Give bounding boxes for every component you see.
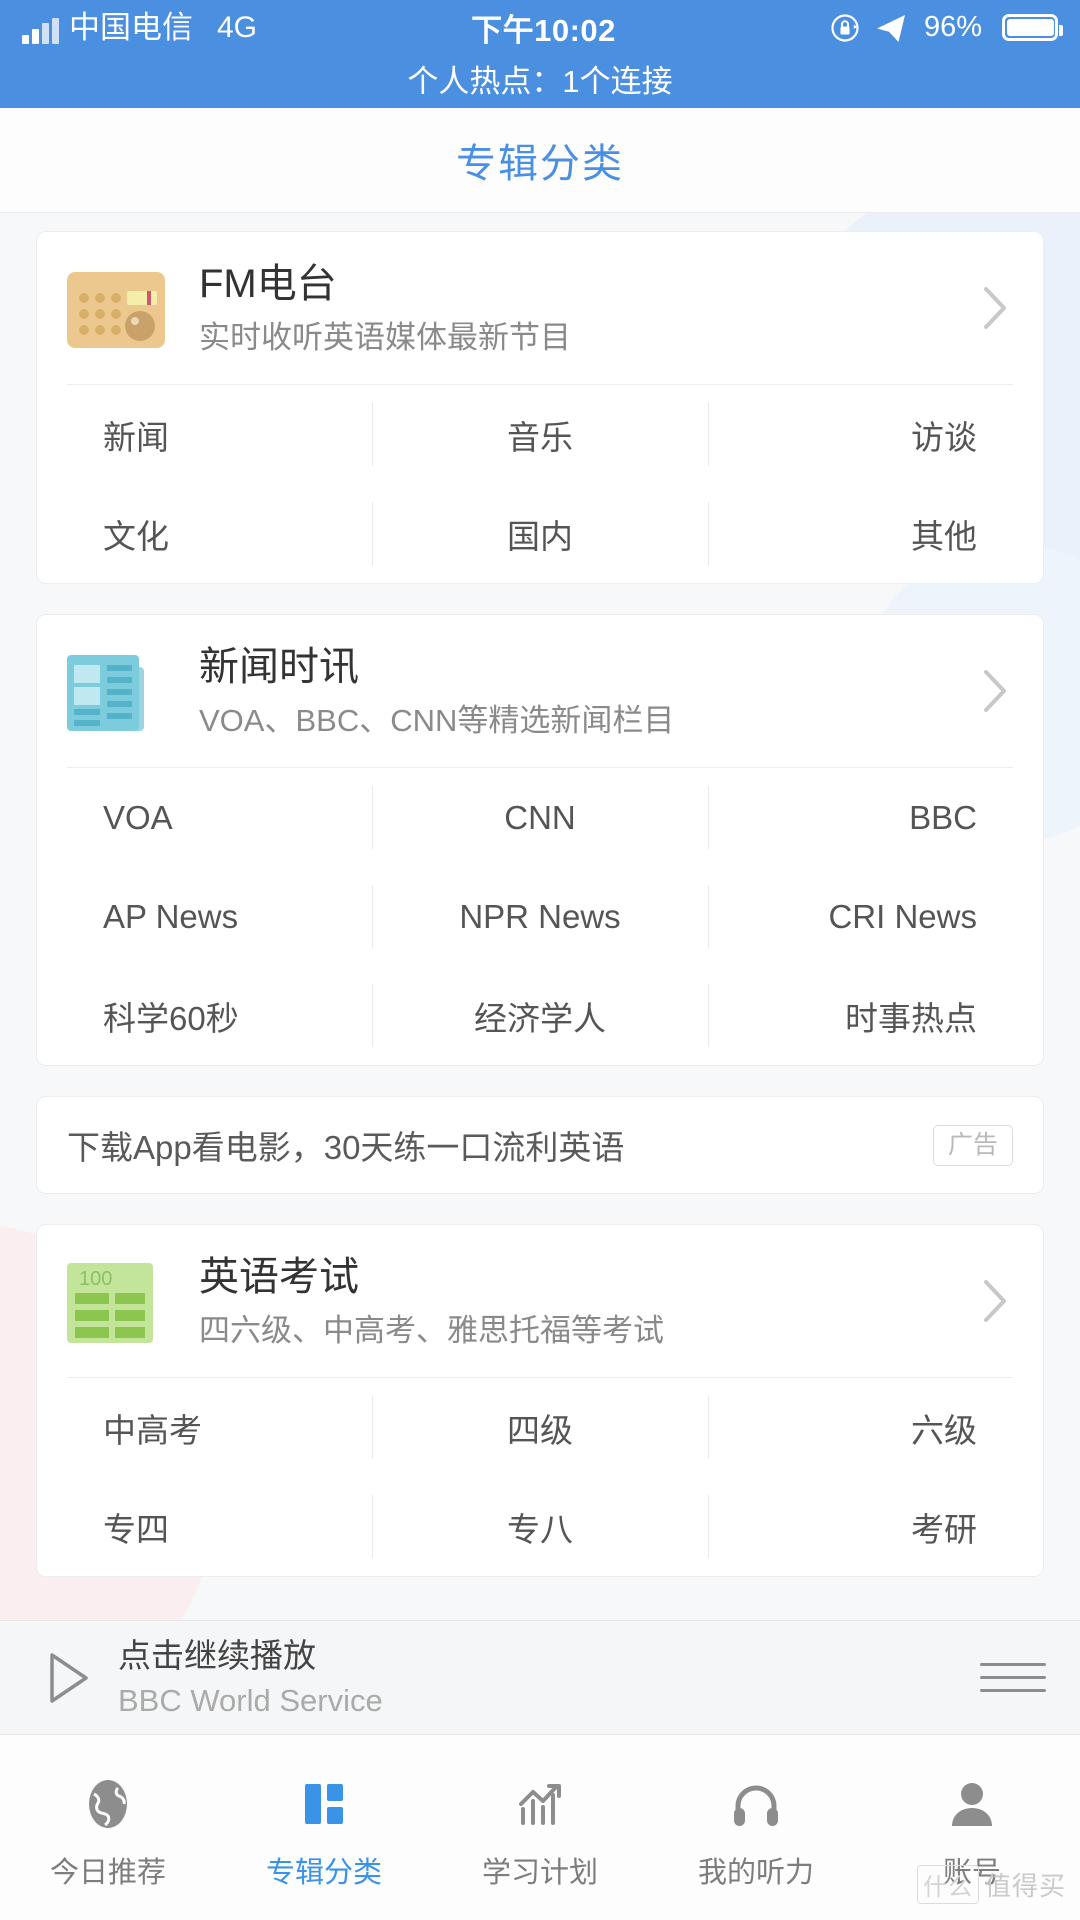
rotation-lock-icon [830,13,860,43]
tab-today-recommend[interactable]: 今日推荐 [0,1735,216,1920]
carrier-label: 中国电信 [69,9,193,45]
card-subtitle: 四六级、中高考、雅思托福等考试 [199,1313,664,1348]
category-item[interactable]: 经济学人 [372,966,707,1065]
card-title: 新闻时讯 [199,645,359,689]
status-bar-right: 96% [830,11,1063,45]
svg-text:100: 100 [79,1268,112,1290]
category-item[interactable]: CRI News [707,867,1043,966]
category-item[interactable]: 时事热点 [707,966,1043,1065]
chevron-right-icon[interactable] [983,1279,1009,1323]
chart-growth-icon [512,1773,568,1835]
tab-my-listening[interactable]: 我的听力 [648,1735,864,1920]
category-item[interactable]: AP News [37,867,372,966]
personal-hotspot-banner: 个人热点：1个连接 [0,55,1080,108]
category-item[interactable]: CNN [372,768,707,867]
clock-label: 下午10:02 [471,13,616,48]
card-title: FM电台 [199,262,337,306]
chevron-right-icon[interactable] [983,669,1009,713]
tab-label: 专辑分类 [265,1856,382,1889]
player-text-block: 点击继续播放 BBC World Service [118,1635,980,1721]
newspaper-icon [67,649,165,737]
category-card-fm[interactable]: FM电台 实时收听英语媒体最新节目 新闻 音乐 访谈 文化 国内 其他 [36,231,1044,584]
page-title: 专辑分类 [456,142,624,186]
signal-bars-icon [22,17,59,44]
category-item[interactable]: BBC [707,768,1043,867]
card-header[interactable]: FM电台 实时收听英语媒体最新节目 [37,232,1043,384]
category-item[interactable]: 专四 [37,1477,372,1576]
status-bar: 中国电信 4G 下午10:02 96% [0,0,1080,55]
hotspot-label: 个人热点：1个连接 [407,64,673,99]
category-item[interactable]: 访谈 [707,385,1043,484]
ad-text: 下载App看电影，30天练一口流利英语 [67,1129,625,1166]
tab-label: 学习计划 [481,1856,598,1889]
category-item[interactable]: VOA [37,768,372,867]
watermark: 什么 值得买 [916,1865,1066,1904]
globe-icon [80,1773,136,1835]
card-subtitle: 实时收听英语媒体最新节目 [199,320,571,355]
watermark-text: 值得买 [984,1871,1066,1901]
category-item[interactable]: 专八 [372,1477,707,1576]
ad-badge: 广告 [932,1124,1013,1166]
person-icon [944,1773,1000,1835]
card-subtitle: VOA、BBC、CNN等精选新闻栏目 [199,703,675,738]
category-item[interactable]: 文化 [37,484,372,583]
category-grid-exam: 中高考 四级 六级 专四 专八 考研 [37,1378,1043,1576]
category-card-news[interactable]: 新闻时讯 VOA、BBC、CNN等精选新闻栏目 VOA CNN BBC AP N… [36,614,1044,1066]
tab-album-category[interactable]: 专辑分类 [216,1735,432,1920]
battery-icon [1002,14,1063,41]
category-card-exam[interactable]: 100 英语考试 四六级、中高考、雅思托福等考试 中高考 四级 六级 专四 专八… [36,1224,1044,1577]
battery-percent-label: 96% [923,11,982,43]
category-item[interactable]: 六级 [707,1378,1043,1477]
hamburger-menu-icon[interactable] [980,1663,1046,1692]
play-triangle-icon[interactable] [34,1645,100,1711]
category-item[interactable]: 国内 [372,484,707,583]
grid-blocks-icon [296,1773,352,1835]
card-text-block: FM电台 实时收听英语媒体最新节目 [199,258,1013,362]
fm-radio-icon [67,266,165,354]
tab-label: 我的听力 [697,1856,814,1889]
ad-banner[interactable]: 下载App看电影，30天练一口流利英语 广告 [36,1096,1044,1194]
category-item[interactable]: 考研 [707,1477,1043,1576]
category-grid-fm: 新闻 音乐 访谈 文化 国内 其他 [37,385,1043,583]
status-bar-left: 中国电信 4G [22,9,258,45]
content-scroll-area[interactable]: FM电台 实时收听英语媒体最新节目 新闻 音乐 访谈 文化 国内 其他 新闻时讯… [0,213,1080,1701]
status-bar-center: 下午10:02 [257,5,830,50]
category-item[interactable]: NPR News [372,867,707,966]
mini-player-bar[interactable]: 点击继续播放 BBC World Service [0,1620,1080,1735]
category-item[interactable]: 其他 [707,484,1043,583]
exam-score-icon: 100 [67,1259,165,1347]
network-type-label: 4G [217,10,258,44]
card-text-block: 英语考试 四六级、中高考、雅思托福等考试 [199,1251,1013,1355]
player-subtitle: BBC World Service [118,1682,383,1718]
nav-header: 专辑分类 [0,108,1080,213]
player-title: 点击继续播放 [118,1636,316,1674]
location-arrow-icon [874,11,908,45]
category-item[interactable]: 音乐 [372,385,707,484]
headphones-icon [728,1773,784,1835]
card-header[interactable]: 100 英语考试 四六级、中高考、雅思托福等考试 [37,1225,1043,1377]
card-text-block: 新闻时讯 VOA、BBC、CNN等精选新闻栏目 [199,641,1013,745]
card-title: 英语考试 [199,1255,359,1299]
category-item[interactable]: 中高考 [37,1378,372,1477]
category-grid-news: VOA CNN BBC AP News NPR News CRI News 科学… [37,768,1043,1065]
category-item[interactable]: 四级 [372,1378,707,1477]
category-item[interactable]: 新闻 [37,385,372,484]
watermark-logo: 什么 [916,1865,979,1904]
tab-study-plan[interactable]: 学习计划 [432,1735,648,1920]
tab-label: 今日推荐 [49,1856,166,1889]
category-item[interactable]: 科学60秒 [37,966,372,1065]
chevron-right-icon[interactable] [983,286,1009,330]
card-header[interactable]: 新闻时讯 VOA、BBC、CNN等精选新闻栏目 [37,615,1043,767]
